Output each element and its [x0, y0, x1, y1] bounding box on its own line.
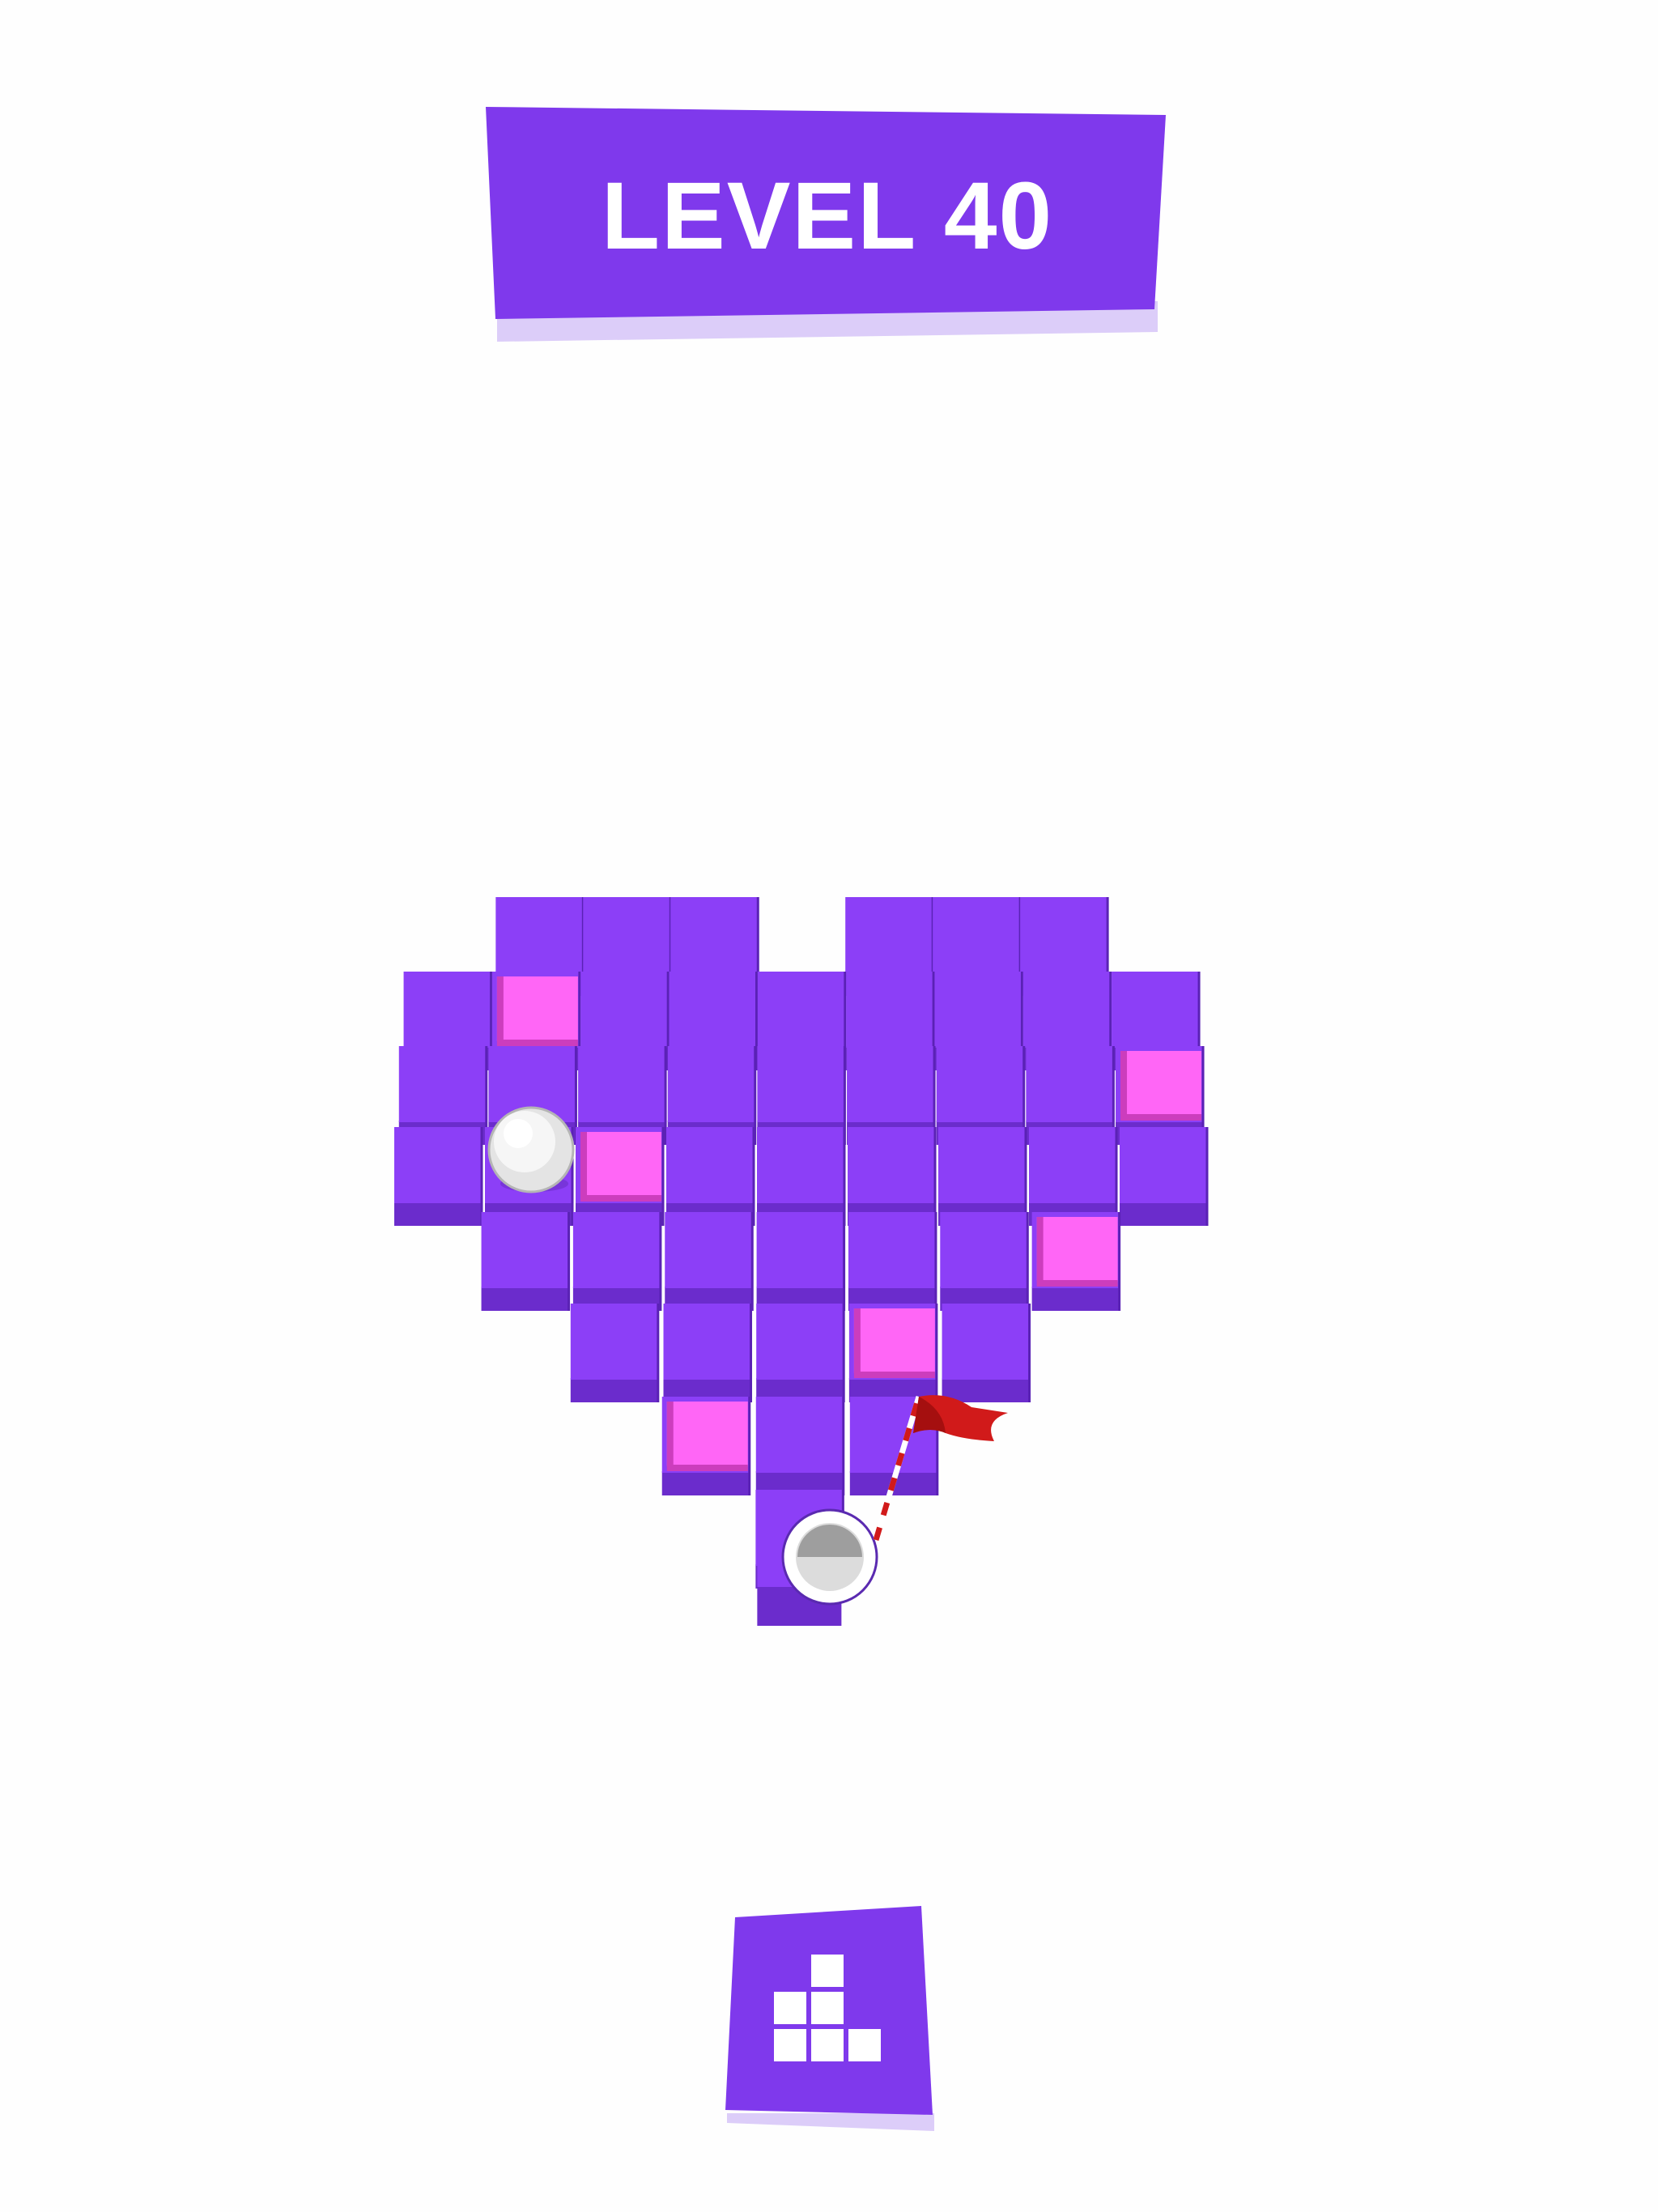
- board-tile: [938, 1127, 1027, 1226]
- board-tile: [570, 1304, 660, 1402]
- board-tile: [848, 1212, 937, 1311]
- board-tile: [663, 1304, 752, 1402]
- pink-target-tile: [848, 1304, 938, 1402]
- board-tile: [940, 1212, 1029, 1311]
- board-tile: [1120, 1127, 1209, 1226]
- board-tile: [481, 1212, 571, 1311]
- tiles-layer: [394, 897, 1209, 1626]
- board-tile: [1029, 1127, 1118, 1226]
- golf-hole-icon: [781, 1508, 878, 1606]
- game-board[interactable]: [0, 0, 1658, 2212]
- board-tile: [848, 1127, 937, 1226]
- board-tile: [756, 1212, 846, 1311]
- pink-target-tile: [576, 1127, 665, 1226]
- board-tile: [942, 1304, 1031, 1402]
- level-select-button[interactable]: [721, 1903, 947, 2138]
- pink-target-tile: [661, 1397, 751, 1495]
- board-tile: [666, 1127, 755, 1226]
- pink-target-tile: [1031, 1212, 1121, 1311]
- board-tile: [572, 1212, 662, 1311]
- board-tile: [665, 1212, 754, 1311]
- board-tile: [756, 1304, 845, 1402]
- board-tile: [394, 1127, 483, 1226]
- board-tile: [757, 1127, 846, 1226]
- golf-ball-icon[interactable]: [487, 1106, 575, 1193]
- board-tile: [755, 1397, 845, 1495]
